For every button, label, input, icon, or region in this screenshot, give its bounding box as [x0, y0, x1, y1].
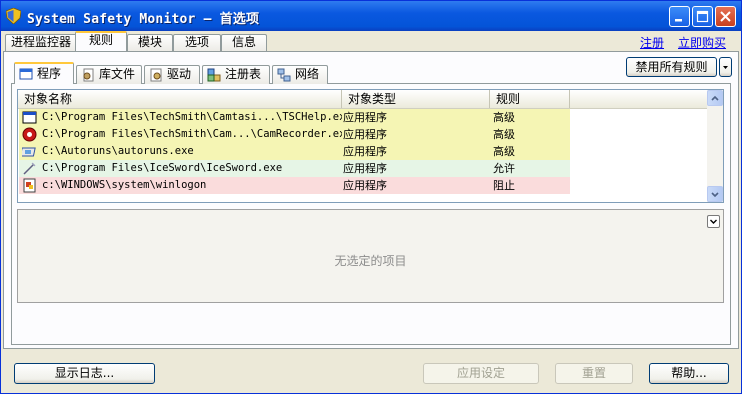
subtab-registry[interactable]: 注册表: [202, 65, 270, 84]
winlogon-icon: [23, 178, 36, 193]
chevron-up-icon: [711, 95, 719, 101]
table-vertical-scrollbar[interactable]: [707, 90, 723, 202]
column-header-object-type[interactable]: 对象类型: [342, 90, 490, 108]
rules-table: 对象名称 对象类型 规则 C:\Program Files\TechSmith\…: [17, 89, 724, 203]
apply-settings-button[interactable]: 应用设定: [423, 363, 539, 384]
tab-modules[interactable]: 模块: [127, 34, 173, 51]
buy-now-link[interactable]: 立即购买: [678, 34, 726, 51]
show-log-button[interactable]: 显示日志...: [14, 363, 155, 384]
chevron-down-icon: [723, 66, 728, 69]
table-row[interactable]: C:\Program Files\TechSmith\Camtasi...\TS…: [19, 109, 570, 126]
window-title: System Safety Monitor — 首选项: [27, 12, 260, 27]
preferences-window: System Safety Monitor — 首选项 进程监控器 规则 模块 …: [0, 0, 742, 394]
rule-value: 允许: [493, 162, 515, 175]
table-row[interactable]: C:\Autoruns\autoruns.exe 应用程序 高级: [19, 143, 570, 160]
table-row[interactable]: c:\WINDOWS\system\winlogon 应用程序 阻止: [19, 177, 570, 194]
window-app-icon: [22, 111, 37, 124]
object-type: 应用程序: [343, 128, 387, 141]
icesword-icon: [23, 162, 36, 175]
rules-menu-dropdown[interactable]: [719, 57, 732, 77]
disable-all-rules-button[interactable]: 禁用所有规则: [626, 57, 717, 77]
maximize-button[interactable]: [692, 6, 713, 27]
scroll-up-button[interactable]: [707, 90, 723, 106]
subtab-programs[interactable]: 程序: [14, 62, 74, 84]
library-icon: [83, 68, 94, 81]
rule-value: 高级: [493, 111, 515, 124]
object-name: C:\Program Files\IceSword\IceSword.exe: [42, 162, 283, 174]
no-selection-message: 无选定的项目: [334, 254, 407, 268]
registry-icon: [207, 68, 221, 81]
help-button[interactable]: 帮助...: [649, 363, 729, 384]
rule-value: 高级: [493, 128, 515, 141]
detail-collapse-button[interactable]: [707, 215, 720, 228]
subtab-libraries[interactable]: 库文件: [76, 65, 142, 84]
tab-rules[interactable]: 规则: [75, 31, 127, 51]
shield-app-icon: [6, 8, 21, 24]
register-link[interactable]: 注册: [640, 34, 664, 51]
autoruns-icon: [22, 147, 36, 157]
title-bar[interactable]: System Safety Monitor — 首选项: [1, 1, 741, 31]
subtab-network[interactable]: 网络: [272, 65, 328, 84]
subtab-drivers[interactable]: 驱动: [144, 65, 200, 84]
column-header-object-name[interactable]: 对象名称: [18, 90, 342, 108]
reset-button[interactable]: 重置: [555, 363, 633, 384]
object-name: C:\Program Files\TechSmith\Cam...\CamRec…: [42, 128, 342, 140]
tab-process-monitor[interactable]: 进程监控器: [5, 34, 77, 51]
chevron-down-icon: [711, 192, 719, 198]
object-name: c:\WINDOWS\system\winlogon: [42, 179, 207, 191]
object-type: 应用程序: [343, 145, 387, 158]
table-row[interactable]: C:\Program Files\TechSmith\Cam...\CamRec…: [19, 126, 570, 143]
object-name: C:\Program Files\TechSmith\Camtasi...\TS…: [42, 111, 342, 123]
object-type: 应用程序: [343, 111, 387, 124]
table-header: 对象名称 对象类型 规则: [18, 90, 708, 109]
close-button[interactable]: [715, 6, 736, 27]
table-row[interactable]: C:\Program Files\IceSword\IceSword.exe 应…: [19, 160, 570, 177]
minimize-button[interactable]: [669, 6, 690, 27]
scroll-down-button[interactable]: [707, 186, 723, 202]
object-type: 应用程序: [343, 162, 387, 175]
maximize-icon: [696, 10, 709, 23]
network-icon: [277, 68, 291, 81]
chevron-down-icon: [710, 219, 717, 224]
object-name: C:\Autoruns\autoruns.exe: [42, 145, 194, 157]
camrecorder-icon: [22, 127, 37, 142]
minimize-icon: [675, 19, 682, 22]
column-header-rule[interactable]: 规则: [490, 90, 570, 108]
program-icon: [19, 68, 33, 79]
object-type: 应用程序: [343, 179, 387, 192]
tab-options[interactable]: 选项: [173, 34, 221, 51]
rule-value: 高级: [493, 145, 515, 158]
tab-info[interactable]: 信息: [221, 34, 267, 51]
rule-value: 阻止: [493, 179, 515, 192]
driver-icon: [150, 68, 162, 81]
close-icon: [720, 11, 731, 22]
rule-detail-area: 无选定的项目: [17, 209, 724, 303]
